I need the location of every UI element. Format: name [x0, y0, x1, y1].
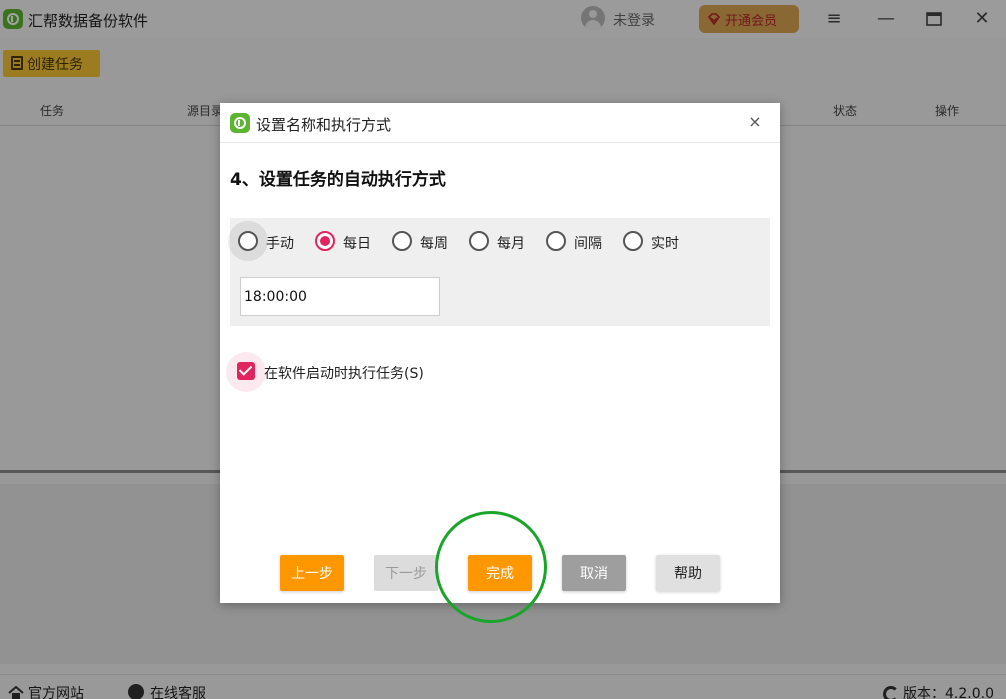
schedule-panel: 手动 每日 每周 每月 间隔 实时	[228, 218, 770, 326]
radio-circle	[546, 231, 566, 251]
radio-label: 间隔	[574, 236, 602, 252]
help-button[interactable]: 帮助	[656, 555, 720, 591]
next-step-button[interactable]: 下一步	[374, 555, 438, 591]
radio-circle	[469, 231, 489, 251]
radio-circle	[392, 231, 412, 251]
radio-circle	[238, 231, 258, 251]
checkbox-checked[interactable]	[237, 362, 255, 380]
time-input[interactable]	[240, 277, 440, 316]
cancel-button[interactable]: 取消	[562, 555, 626, 591]
dialog-logo-icon	[230, 113, 250, 133]
radio-circle-checked	[315, 231, 335, 251]
dialog-title: 设置名称和执行方式	[256, 116, 392, 134]
radio-label: 每日	[343, 236, 371, 252]
radio-label: 实时	[651, 236, 679, 252]
startup-checkbox-label: 在软件启动时执行任务(S)	[264, 366, 424, 382]
radio-label: 每周	[420, 236, 448, 252]
close-icon[interactable]: ×	[744, 111, 766, 133]
radio-label: 手动	[266, 236, 294, 252]
radio-circle	[623, 231, 643, 251]
dialog-header: 设置名称和执行方式 ×	[220, 103, 780, 143]
radio-label: 每月	[497, 236, 525, 252]
step-heading: 4、设置任务的自动执行方式	[230, 170, 446, 190]
prev-step-button[interactable]: 上一步	[280, 555, 344, 591]
highlight-annotation-circle	[435, 511, 547, 623]
